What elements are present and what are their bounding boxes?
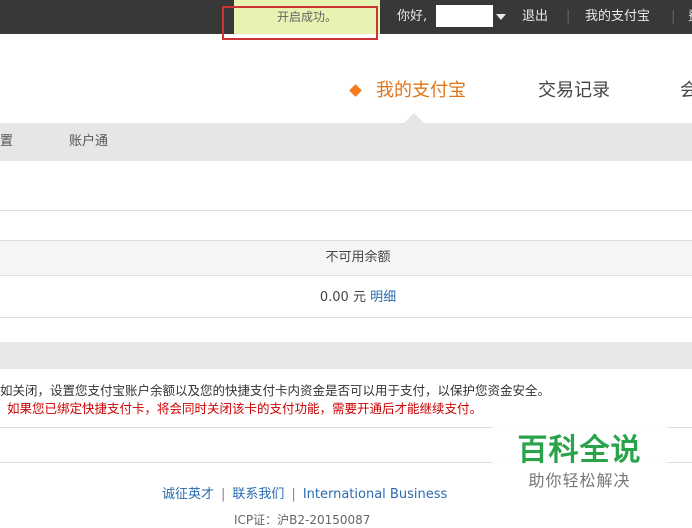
warning-note: 如果您已绑定快捷支付卡，将会同时关闭该卡的支付功能，需要开通后才能继续支付。 [7,401,483,416]
info-note: 如关闭，设置您支付宝账户余额以及您的快捷支付卡内资金是否可以用于支付，以保护您资… [0,383,551,398]
tab-member-partial[interactable]: 会 [680,78,692,104]
tab-pointer-icon [404,113,424,123]
tab-transaction-records[interactable]: 交易记录 [538,78,610,104]
top-separator: | [671,9,676,24]
divider [0,275,692,276]
table-row: 0.00 元 明细 [0,285,692,311]
footer-links: 诚征英才 | 联系我们 | International Business [162,483,447,502]
chevron-down-icon[interactable] [496,14,506,20]
watermark-slogan: 助你轻松解决 [528,471,631,490]
greeting-text: 你好, [397,9,428,24]
icp-license: ICP证：沪B2-20150087 [234,513,371,527]
top-link-partial[interactable]: 费 [688,0,692,34]
toast-highlight-outline [222,6,378,40]
divider [0,210,692,211]
logout-link[interactable]: 退出 [522,0,548,34]
username-redacted [436,5,493,27]
my-alipay-link[interactable]: 我的支付宝 [585,0,650,34]
footer-link-careers[interactable]: 诚征英才 [162,487,214,502]
watermark-logo: 百科全说 [517,433,642,468]
footer-link-international[interactable]: International Business [303,487,447,502]
detail-link[interactable]: 明细 [370,290,396,305]
section-bar [0,342,692,369]
subnav-item-settings-partial[interactable]: 置 [0,123,13,161]
footer-separator: | [221,487,226,502]
footer-link-contact[interactable]: 联系我们 [232,487,284,502]
divider [0,317,692,318]
subnav-item-account-link[interactable]: 账户通 [69,123,108,161]
tab-my-alipay[interactable]: 我的支付宝 [376,78,466,104]
footer-separator: | [291,487,296,502]
column-header-unavailable-balance: 不可用余额 [325,250,391,265]
unavailable-balance-value: 0.00 元 [319,290,366,305]
top-separator: | [566,9,571,24]
active-tab-diamond-icon [349,84,362,97]
